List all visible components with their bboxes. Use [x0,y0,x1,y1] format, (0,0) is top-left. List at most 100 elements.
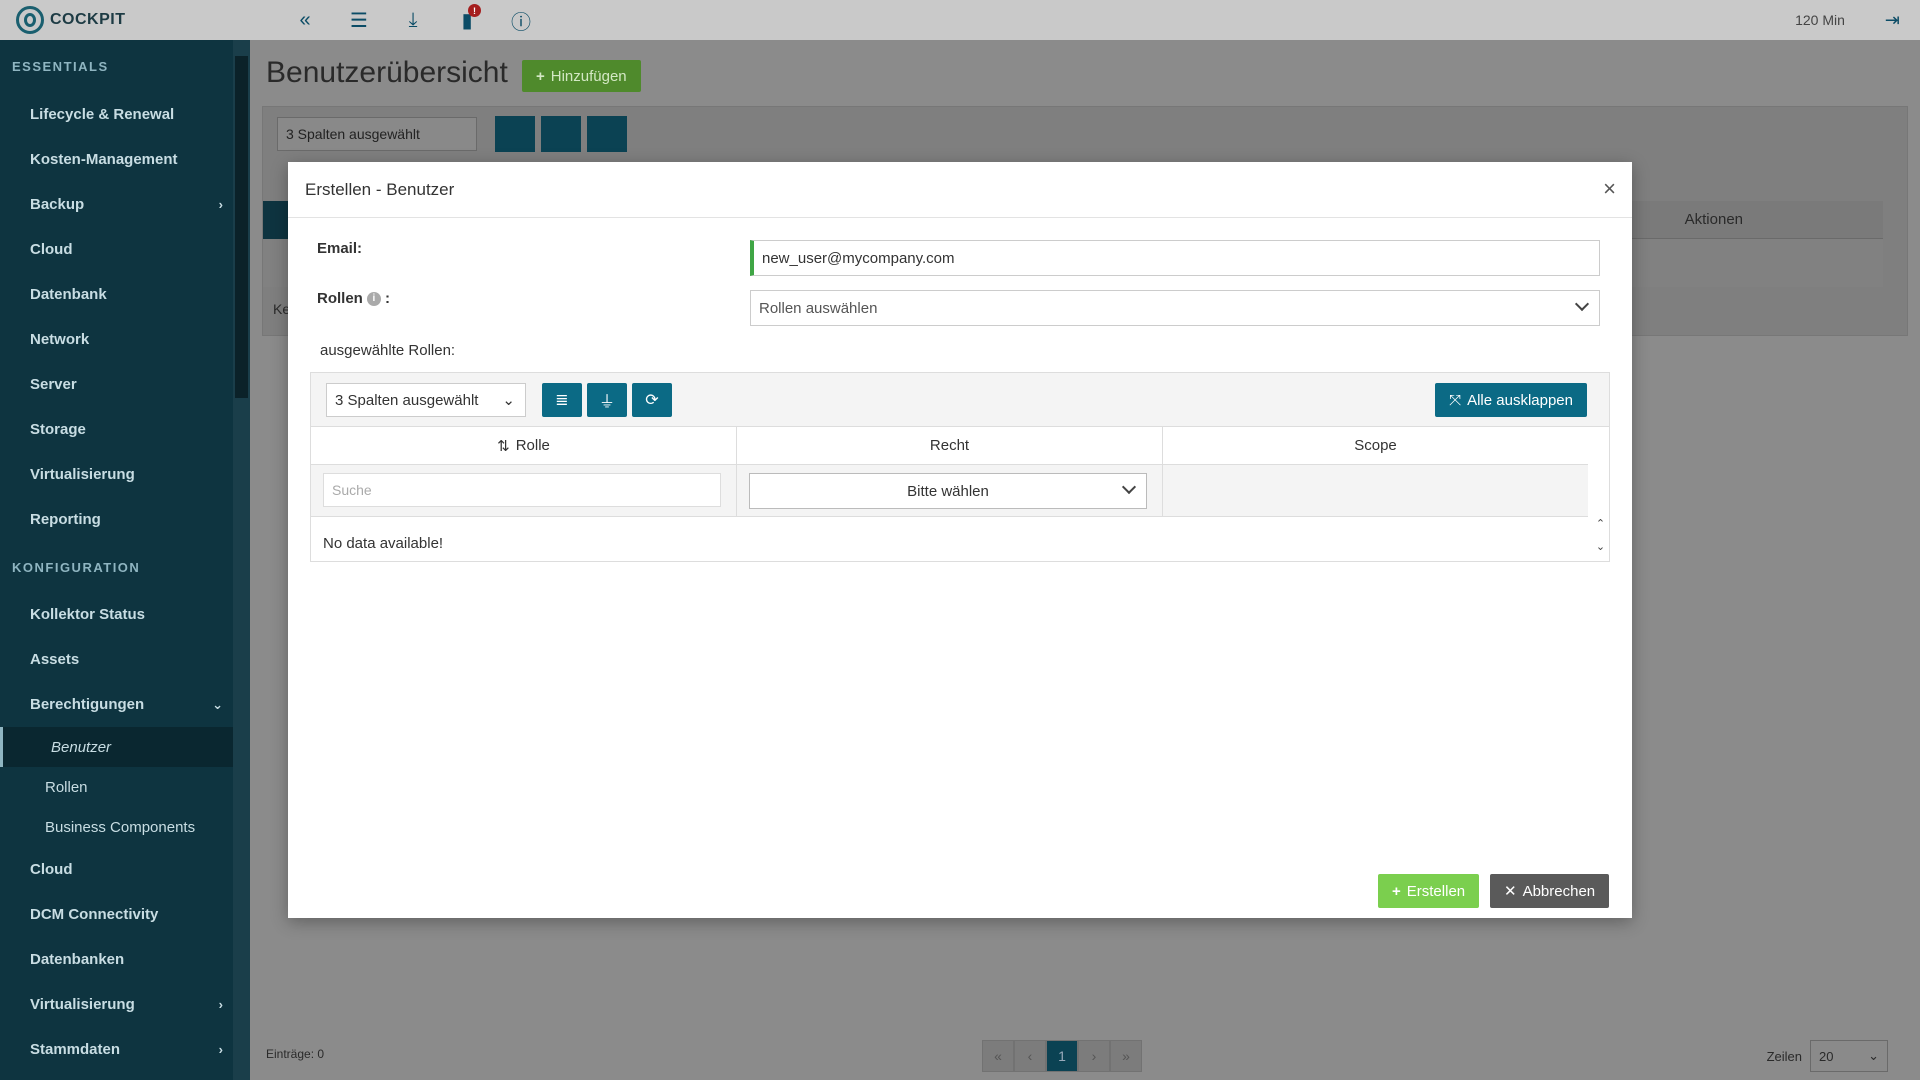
column-header-scope[interactable]: Scope [1163,427,1588,464]
sidebar-item-virtualisierung[interactable]: Virtualisierung [0,452,233,497]
create-user-modal: Erstellen - Benutzer × Email: new_user@m… [288,162,1632,918]
roles-select[interactable]: Rollen auswählen [750,290,1600,326]
sidebar-subitem-business-components[interactable]: Business Components [0,807,233,847]
sidebar-item-backup[interactable]: Backup › [0,182,233,227]
first-page-button[interactable]: « [982,1040,1014,1072]
columns-select[interactable]: 3 Spalten ausgewählt [277,117,477,151]
column-header-aktionen[interactable]: Aktionen [1685,211,1743,228]
rows-per-page-select[interactable]: 20 ⌄ [1810,1040,1888,1072]
double-chevron-left-icon[interactable]: « [278,0,332,40]
create-button[interactable]: + Erstellen [1378,874,1480,908]
chevron-down-icon: ⌄ [212,696,223,712]
sidebar-item-label: Datenbanken [30,951,125,968]
next-page-button[interactable]: › [1078,1040,1110,1072]
email-field[interactable]: new_user@mycompany.com [750,240,1600,276]
top-bar: COCKPIT « ☰ ⤓ ▮! ⓘ 120 Min ⇥ [0,0,1920,40]
sidebar-item-lifecycle[interactable]: Lifecycle & Renewal [0,92,233,137]
role-search-input[interactable]: Suche [323,473,721,507]
roles-label-text: Rollen [317,290,363,307]
refresh-button[interactable] [587,116,627,152]
sidebar-item-label: Cloud [30,241,73,258]
sidebar-subitem-benutzer[interactable]: Benutzer [0,727,233,767]
sidebar-subitem-rollen[interactable]: Rollen [0,767,233,807]
page-button-current[interactable]: 1 [1046,1040,1078,1072]
selected-roles-table: 3 Spalten ausgewählt ⌄ ≣ ⏚ ⟳ ⤧ Alle auskl… [310,372,1610,562]
clear-filter-button[interactable]: ⏚ [587,383,627,417]
sidebar-item-label: Kollektor Status [30,606,146,623]
right-filter-select[interactable]: Bitte wählen [749,473,1147,509]
sidebar-item-server[interactable]: Server [0,362,233,407]
close-icon[interactable]: × [1603,176,1616,202]
column-header-label: Rolle [515,437,550,454]
roles-columns-value: 3 Spalten ausgewählt [335,391,479,409]
create-button-label: Erstellen [1406,882,1466,900]
app-logo[interactable]: COCKPIT [16,6,256,34]
chevron-down-icon[interactable]: ⌄ [1593,540,1608,553]
sidebar-item-label: Cloud [30,861,73,878]
chevron-right-icon: › [218,1042,223,1057]
sidebar-item-label: Virtualisierung [30,996,135,1013]
sidebar-item-label: Kosten-Management [30,151,178,168]
cockpit-logo-icon [16,6,44,34]
sidebar-item-datenbank[interactable]: Datenbank [0,272,233,317]
toolbar-icons: « ☰ ⤓ ▮! ⓘ [278,0,548,40]
sidebar-item-label: Server [30,376,77,393]
sidebar-scrollbar-thumb[interactable] [235,56,248,398]
roles-columns-select[interactable]: 3 Spalten ausgewählt ⌄ [326,383,526,417]
sidebar-item-assets[interactable]: Assets [0,637,233,682]
sidebar-item-label: Assets [30,651,80,668]
sidebar-item-label: Benutzer [51,738,112,756]
top-bar-right: 120 Min ⇥ [1795,10,1900,31]
column-header-label: Recht [929,437,970,454]
sidebar-item-berechtigungen[interactable]: Berechtigungen ⌄ [0,682,233,727]
sliders-icon[interactable]: ☰ [332,0,386,40]
sidebar-item-stammdaten[interactable]: Stammdaten › [0,1027,233,1072]
sidebar-scrollbar[interactable] [233,40,250,1080]
sidebar-item-kollektor-status[interactable]: Kollektor Status [0,592,233,637]
column-header-rolle[interactable]: ⇅ Rolle [311,427,737,464]
sidebar-item-label: Virtualisierung [30,466,135,483]
sidebar-item-dcm-connectivity[interactable]: DCM Connectivity [0,892,233,937]
sidebar-item-label: Datenbank [30,286,107,303]
sidebar-item-reporting[interactable]: Reporting [0,497,233,542]
list-icon: ≣ [555,392,569,409]
prev-page-button[interactable]: ‹ [1014,1040,1046,1072]
download-icon[interactable]: ⤓ [386,0,440,40]
column-settings-button[interactable] [495,116,535,152]
chevron-down-icon: ⌄ [502,392,515,409]
sidebar-item-datenbanken[interactable]: Datenbanken [0,937,233,982]
info-icon[interactable]: i [366,292,381,307]
expand-all-button[interactable]: ⤧ Alle ausklappen [1435,383,1587,417]
sidebar-item-virtualisierung-config[interactable]: Virtualisierung › [0,982,233,1027]
cancel-button[interactable]: ✕ Abbrechen [1490,874,1610,908]
sidebar-item-label: Business Components [45,818,196,836]
logout-icon[interactable]: ⇥ [1885,10,1900,31]
sidebar-item-label: Backup [30,196,85,213]
filter-cell-recht: Bitte wählen [737,465,1163,516]
sidebar-item-cloud[interactable]: Cloud [0,227,233,272]
sidebar-item-network[interactable]: Network [0,317,233,362]
column-header-recht[interactable]: Recht [737,427,1163,464]
sidebar-item-cloud-config[interactable]: Cloud [0,847,233,892]
roles-label: Rollen i : [317,290,390,307]
chevron-down-icon [1121,479,1137,495]
clear-filter-button[interactable] [541,116,581,152]
sidebar-item-label: Network [30,331,90,348]
last-page-button[interactable]: » [1110,1040,1142,1072]
roles-table-scrollbar[interactable]: ⌃ ⌄ [1593,517,1608,561]
info-icon[interactable]: ⓘ [494,0,548,40]
selected-roles-label: ausgewählte Rollen: [320,342,456,359]
sidebar-item-kosten[interactable]: Kosten-Management [0,137,233,182]
notes-icon[interactable]: ▮! [440,0,494,40]
notification-badge: ! [468,4,481,17]
column-settings-button[interactable]: ≣ [542,383,582,417]
table-footer: Einträge: 0 « ‹ 1 › » Zeilen 20 ⌄ [262,1034,1920,1074]
rows-label: Zeilen [1766,1048,1802,1064]
modal-title: Erstellen - Benutzer [305,179,455,199]
refresh-button[interactable]: ⟳ [632,383,672,417]
sidebar-item-storage[interactable]: Storage [0,407,233,452]
add-user-button[interactable]: + Hinzufügen [522,60,641,92]
sidebar-item-label: Storage [30,421,86,438]
column-header-label: Scope [1354,437,1397,454]
chevron-up-icon[interactable]: ⌃ [1593,517,1608,530]
